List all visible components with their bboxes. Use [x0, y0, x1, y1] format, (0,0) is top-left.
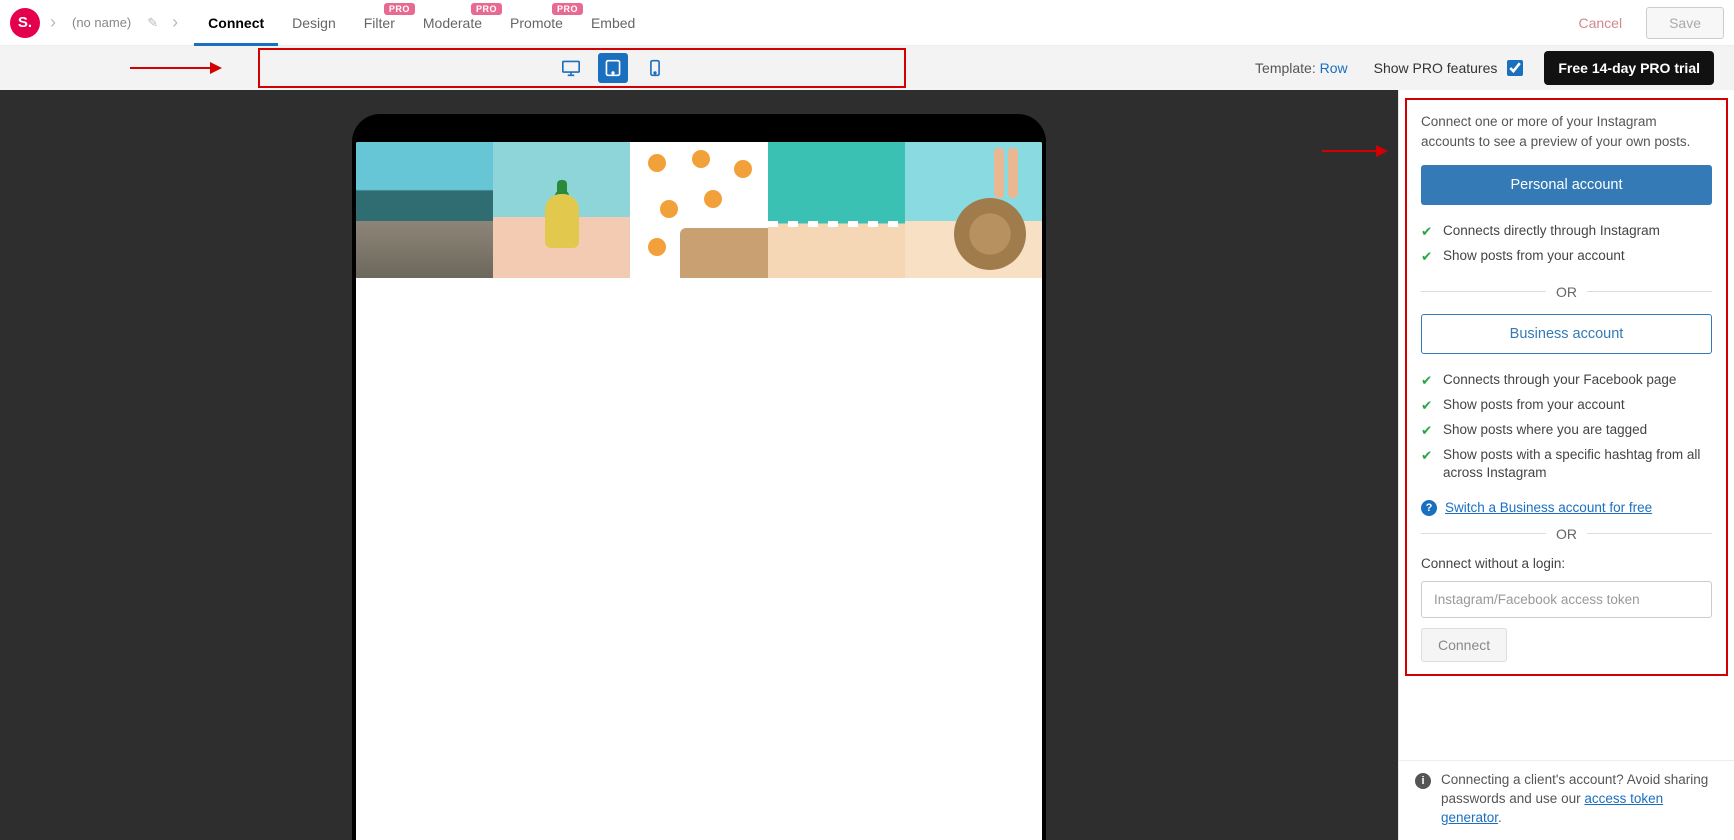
- or-text: OR: [1556, 526, 1577, 542]
- footer-text-b: .: [1498, 810, 1502, 825]
- feed-thumb[interactable]: [630, 142, 767, 278]
- check-icon: ✔: [1421, 223, 1435, 241]
- free-trial-button[interactable]: Free 14-day PRO trial: [1544, 51, 1714, 85]
- access-token-input[interactable]: [1421, 581, 1712, 618]
- info-icon: i: [1415, 773, 1431, 789]
- viewport-switcher: [556, 46, 670, 90]
- feed-thumb[interactable]: [905, 142, 1042, 278]
- check-icon: ✔: [1421, 397, 1435, 415]
- footer-text: Connecting a client's account? Avoid sha…: [1441, 771, 1718, 828]
- tab-embed[interactable]: Embed: [577, 0, 649, 45]
- feature-text: Show posts from your account: [1443, 247, 1625, 265]
- or-divider: OR: [1421, 526, 1712, 542]
- tab-promote[interactable]: PromotePRO: [496, 0, 577, 45]
- app-logo[interactable]: S.: [10, 8, 40, 38]
- device-frame: [352, 114, 1046, 840]
- check-icon: ✔: [1421, 372, 1435, 390]
- top-nav: S. › (no name) ✎ › Connect Design Filter…: [0, 0, 1734, 46]
- show-pro-checkbox[interactable]: [1507, 60, 1523, 76]
- feed-thumb[interactable]: [356, 142, 493, 278]
- annotation-box: Connect one or more of your Instagram ac…: [1405, 98, 1728, 676]
- list-item: ✔ Show posts from your account: [1421, 393, 1712, 418]
- template-label-text: Template:: [1255, 60, 1316, 76]
- switch-business-link[interactable]: Switch a Business account for free: [1445, 500, 1652, 515]
- business-features: ✔ Connects through your Facebook page ✔ Sh…: [1421, 368, 1712, 486]
- mobile-icon[interactable]: [640, 53, 670, 83]
- device-screen: [356, 142, 1042, 840]
- tablet-icon[interactable]: [598, 53, 628, 83]
- nav-tabs: Connect Design FilterPRO ModeratePRO Pro…: [194, 0, 649, 45]
- tab-label: Connect: [208, 15, 264, 31]
- feature-text: Show posts where you are tagged: [1443, 421, 1647, 439]
- template-label: Template: Row: [1255, 60, 1348, 76]
- tab-label: Design: [292, 15, 336, 31]
- feed-thumb[interactable]: [768, 142, 905, 278]
- feature-text: Show posts from your account: [1443, 396, 1625, 414]
- tab-label: Filter: [364, 15, 395, 31]
- check-icon: ✔: [1421, 422, 1435, 440]
- list-item: ✔ Show posts from your account: [1421, 244, 1712, 269]
- help-icon[interactable]: ?: [1421, 500, 1437, 516]
- footer-note: i Connecting a client's account? Avoid s…: [1399, 760, 1734, 840]
- check-icon: ✔: [1421, 248, 1435, 266]
- show-pro-label: Show PRO features: [1374, 60, 1498, 76]
- tab-filter[interactable]: FilterPRO: [350, 0, 409, 45]
- chevron-right-icon: ›: [46, 12, 60, 33]
- annotation-arrow: [1322, 150, 1386, 152]
- desktop-icon[interactable]: [556, 53, 586, 83]
- toolbar: Template: Row Show PRO features Free 14-…: [0, 46, 1734, 90]
- or-divider: OR: [1421, 284, 1712, 300]
- business-account-button[interactable]: Business account: [1421, 314, 1712, 354]
- tab-moderate[interactable]: ModeratePRO: [409, 0, 496, 45]
- switch-business-help: ? Switch a Business account for free: [1421, 500, 1712, 516]
- show-pro-toggle[interactable]: Show PRO features: [1374, 57, 1527, 79]
- pencil-icon[interactable]: ✎: [143, 15, 162, 31]
- annotation-arrow: [130, 67, 220, 69]
- footer-text-a: Connecting a client's account? Avoid sha…: [1441, 772, 1708, 806]
- tab-connect[interactable]: Connect: [194, 0, 278, 45]
- tab-label: Moderate: [423, 15, 482, 31]
- side-panel: Connect one or more of your Instagram ac…: [1398, 90, 1734, 840]
- main-area: Connect one or more of your Instagram ac…: [0, 90, 1734, 840]
- list-item: ✔ Show posts with a specific hashtag from…: [1421, 443, 1712, 485]
- breadcrumb-name[interactable]: (no name): [66, 15, 137, 30]
- feature-text: Show posts with a specific hashtag from …: [1443, 446, 1712, 482]
- feature-text: Connects directly through Instagram: [1443, 222, 1660, 240]
- feed-row: [356, 142, 1042, 278]
- chevron-right-icon: ›: [168, 12, 182, 33]
- list-item: ✔ Connects directly through Instagram: [1421, 219, 1712, 244]
- tab-design[interactable]: Design: [278, 0, 350, 45]
- cancel-link[interactable]: Cancel: [1578, 15, 1622, 31]
- check-icon: ✔: [1421, 447, 1435, 465]
- connect-without-label: Connect without a login:: [1421, 556, 1712, 571]
- feature-text: Connects through your Facebook page: [1443, 371, 1676, 389]
- tab-label: Promote: [510, 15, 563, 31]
- save-button[interactable]: Save: [1646, 7, 1724, 39]
- tab-label: Embed: [591, 15, 635, 31]
- connect-button[interactable]: Connect: [1421, 628, 1507, 662]
- preview-canvas: [0, 90, 1398, 840]
- personal-account-button[interactable]: Personal account: [1421, 165, 1712, 205]
- feed-thumb[interactable]: [493, 142, 630, 278]
- list-item: ✔ Connects through your Facebook page: [1421, 368, 1712, 393]
- list-item: ✔ Show posts where you are tagged: [1421, 418, 1712, 443]
- connect-intro: Connect one or more of your Instagram ac…: [1421, 112, 1712, 151]
- personal-features: ✔ Connects directly through Instagram ✔ Sh…: [1421, 219, 1712, 269]
- template-link[interactable]: Row: [1320, 60, 1348, 76]
- or-text: OR: [1556, 284, 1577, 300]
